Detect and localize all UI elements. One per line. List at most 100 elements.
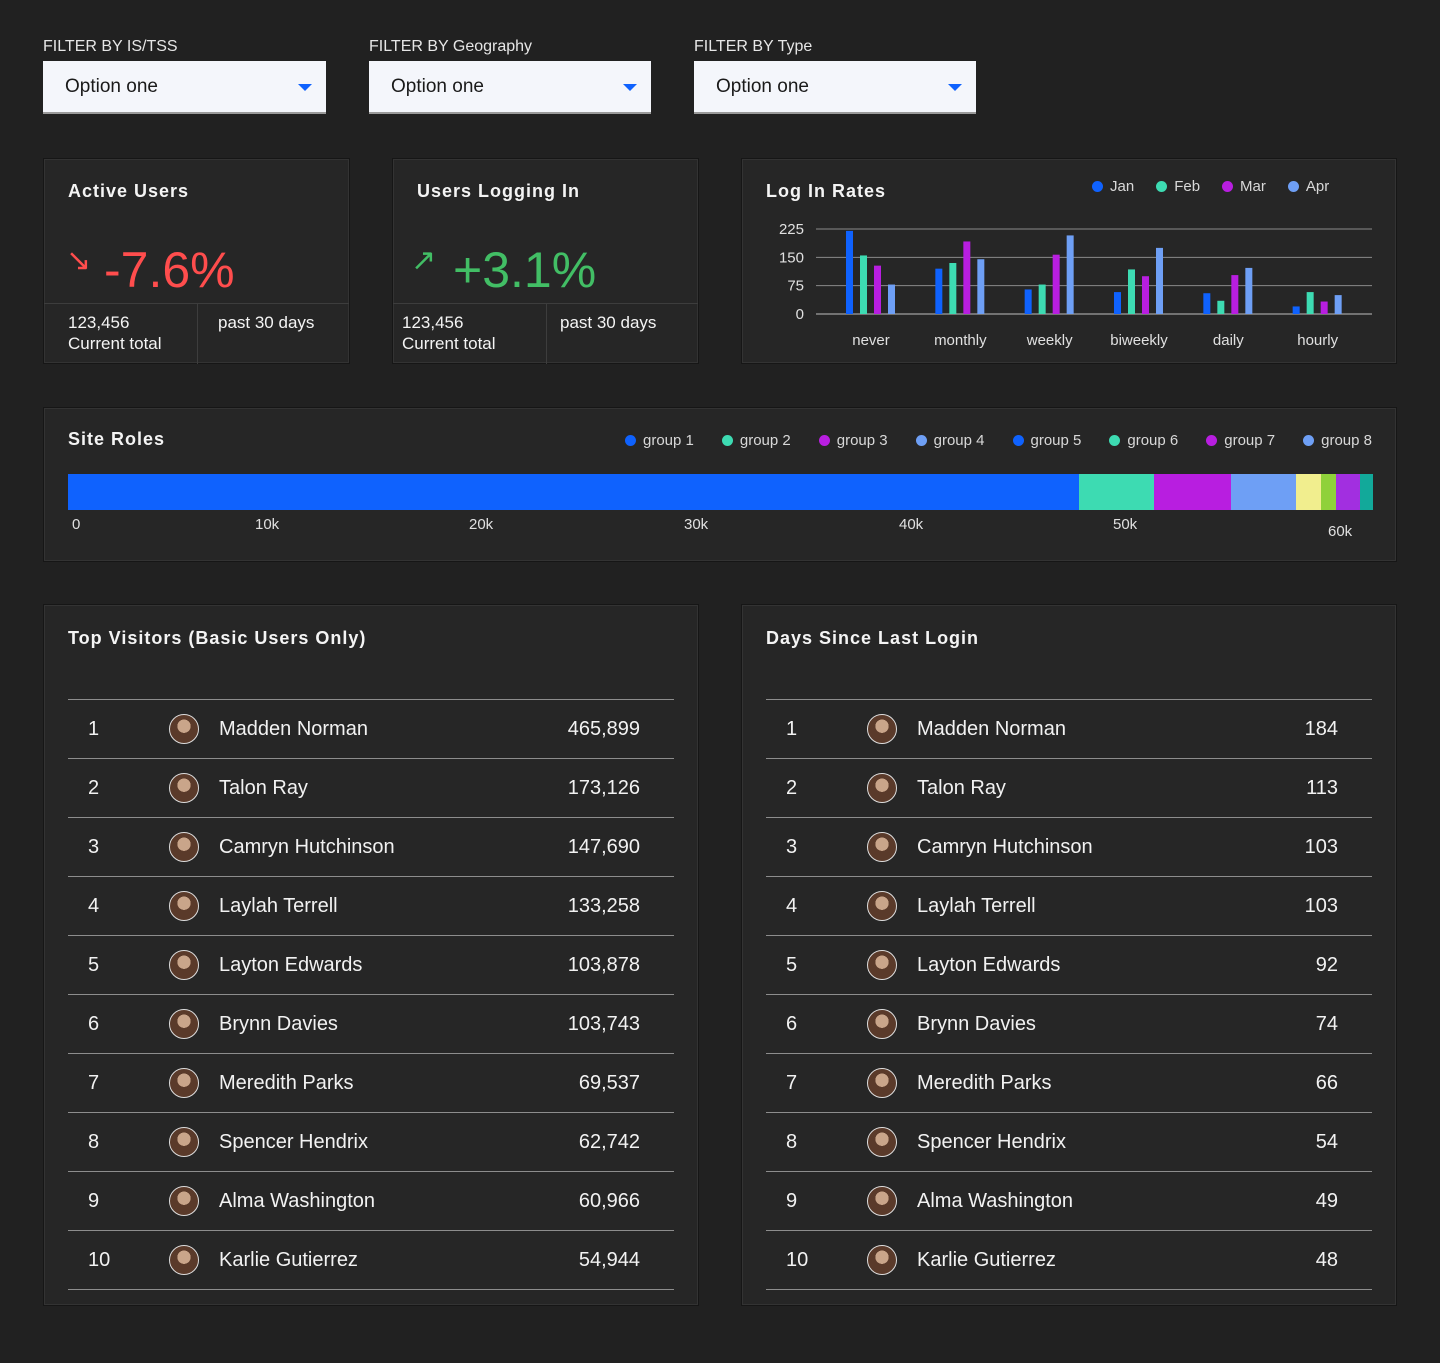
table-row[interactable]: 5 Layton Edwards 103,878 — [68, 935, 674, 995]
table-row[interactable]: 10 Karlie Gutierrez 54,944 — [68, 1230, 674, 1290]
bar-feb-monthly[interactable] — [949, 263, 957, 314]
filter-select-type[interactable]: Option one — [694, 61, 976, 114]
bar-apr-monthly[interactable] — [977, 259, 985, 314]
bar-feb-daily[interactable] — [1217, 300, 1225, 314]
site-roles-card: Site Roles group 1 group 2 group 3 group 4g… — [43, 407, 1397, 562]
avatar-cell — [866, 1230, 916, 1290]
table-row[interactable]: 3 Camryn Hutchinson 147,690 — [68, 817, 674, 877]
legend-item-group-7[interactable]: group 7 — [1206, 432, 1275, 449]
bar-segment-group-5[interactable] — [1295, 474, 1322, 510]
bar-apr-daily[interactable] — [1245, 267, 1253, 314]
filter-value: Option one — [716, 75, 809, 97]
bar-jan-weekly[interactable] — [1024, 289, 1032, 314]
legend-label: group 3 — [836, 432, 888, 449]
legend-item-group-4[interactable]: group 4 — [915, 432, 985, 449]
bar-segment-group-8[interactable] — [1360, 474, 1373, 510]
bar-mar-hourly[interactable] — [1320, 301, 1328, 314]
table-row[interactable]: 6 Brynn Davies 103,743 — [68, 994, 674, 1054]
table-row[interactable]: 8 Spencer Hendrix 54 — [766, 1112, 1372, 1172]
bar-jan-biweekly[interactable] — [1114, 292, 1121, 314]
table-row[interactable]: 1 Madden Norman 184 — [766, 699, 1372, 759]
bar-mar-biweekly[interactable] — [1142, 276, 1149, 314]
bar-feb-biweekly[interactable] — [1128, 269, 1135, 314]
legend-dot-icon — [625, 435, 636, 446]
bar-jan-daily[interactable] — [1203, 293, 1211, 314]
avatar — [867, 832, 897, 862]
user-name: Camryn Hutchinson — [218, 817, 503, 877]
bar-apr-hourly[interactable] — [1334, 295, 1342, 314]
table-row[interactable]: 5 Layton Edwards 92 — [766, 935, 1372, 995]
chart-legend: group 1 group 2 group 3 group 4 group 5 group… — [625, 432, 1372, 449]
table-row[interactable]: 7 Meredith Parks 66 — [766, 1053, 1372, 1113]
table-row[interactable]: 6 Brynn Davies 74 — [766, 994, 1372, 1054]
table-row[interactable]: 2 Talon Ray 113 — [766, 758, 1372, 818]
rank-number: 5 — [766, 935, 866, 995]
x-tick-label: 60k — [1328, 523, 1353, 540]
rank-number: 10 — [766, 1230, 866, 1290]
avatar-cell — [866, 1171, 916, 1231]
avatar — [169, 773, 199, 803]
user-name: Meredith Parks — [218, 1053, 503, 1113]
bar-apr-never[interactable] — [888, 284, 895, 314]
bar-mar-monthly[interactable] — [963, 241, 971, 314]
table-row[interactable]: 3 Camryn Hutchinson 103 — [766, 817, 1372, 877]
bar-segment-group-1[interactable] — [68, 474, 1079, 510]
table-row[interactable]: 7 Meredith Parks 69,537 — [68, 1053, 674, 1113]
bar-jan-monthly[interactable] — [935, 268, 943, 314]
table-row[interactable]: 10 Karlie Gutierrez 48 — [766, 1230, 1372, 1290]
bar-segment-group-3[interactable] — [1154, 474, 1232, 510]
bar-segment-group-4[interactable] — [1231, 474, 1296, 510]
bar-mar-daily[interactable] — [1231, 275, 1239, 314]
legend-item-group-2[interactable]: group 2 — [721, 432, 791, 449]
rank-number: 9 — [766, 1171, 866, 1231]
bar-jan-hourly[interactable] — [1292, 306, 1300, 314]
bar-feb-hourly[interactable] — [1306, 292, 1314, 314]
user-value: 184 — [1245, 699, 1372, 759]
legend-item-group-1[interactable]: group 1 — [625, 432, 694, 449]
bar-jan-never[interactable] — [846, 230, 853, 314]
users-logging-in-card: Users Logging In ↗ +3.1% 123,456 Current… — [392, 158, 699, 364]
bar-segment-group-2[interactable] — [1078, 474, 1155, 510]
bar-segment-group-6[interactable] — [1321, 474, 1337, 510]
legend-item-group-8[interactable]: group 8 — [1303, 432, 1372, 449]
table-row[interactable]: 9 Alma Washington 60,966 — [68, 1171, 674, 1231]
user-value: 465,899 — [502, 699, 674, 759]
rank-number: 2 — [766, 758, 866, 818]
rank-number: 6 — [766, 994, 866, 1054]
rank-number: 3 — [766, 817, 866, 877]
user-value: 147,690 — [502, 817, 674, 877]
table-row[interactable]: 4 Laylah Terrell 103 — [766, 876, 1372, 936]
table-row[interactable]: 9 Alma Washington 49 — [766, 1171, 1372, 1231]
x-tick-label: monthly — [934, 332, 987, 349]
table-row[interactable]: 8 Spencer Hendrix 62,742 — [68, 1112, 674, 1172]
filter-label-type: FILTER BY Type — [694, 38, 813, 55]
bar-feb-never[interactable] — [860, 255, 867, 314]
filter-value: Option one — [391, 75, 484, 97]
avatar-cell — [866, 876, 916, 936]
bar-feb-weekly[interactable] — [1038, 284, 1046, 314]
table-row[interactable]: 2 Talon Ray 173,126 — [68, 758, 674, 818]
site-roles-stacked-bar — [68, 474, 1373, 510]
bar-apr-biweekly[interactable] — [1156, 247, 1163, 314]
table-row[interactable]: 4 Laylah Terrell 133,258 — [68, 876, 674, 936]
user-value: 54,944 — [502, 1230, 674, 1290]
avatar — [169, 1127, 199, 1157]
user-name: Brynn Davies — [218, 994, 503, 1054]
rank-number: 1 — [68, 699, 168, 759]
bar-segment-group-7[interactable] — [1336, 474, 1361, 510]
active-users-card: Active Users ↘ -7.6% 123,456 Current tot… — [43, 158, 350, 364]
avatar — [867, 1245, 897, 1275]
legend-item-group-3[interactable]: group 3 — [818, 432, 888, 449]
bar-apr-weekly[interactable] — [1066, 235, 1074, 314]
legend-item-group-5[interactable]: group 5 — [1012, 432, 1081, 449]
legend-item-group-6[interactable]: group 6 — [1109, 432, 1178, 449]
legend-label: group 6 — [1127, 432, 1179, 449]
bar-mar-weekly[interactable] — [1052, 254, 1060, 314]
rank-number: 7 — [766, 1053, 866, 1113]
filter-select-is-tss[interactable]: Option one — [43, 61, 326, 114]
filter-select-geography[interactable]: Option one — [369, 61, 651, 114]
user-name: Madden Norman — [218, 699, 503, 759]
chevron-down-icon — [948, 84, 962, 91]
bar-mar-never[interactable] — [874, 265, 881, 314]
table-row[interactable]: 1 Madden Norman 465,899 — [68, 699, 674, 759]
